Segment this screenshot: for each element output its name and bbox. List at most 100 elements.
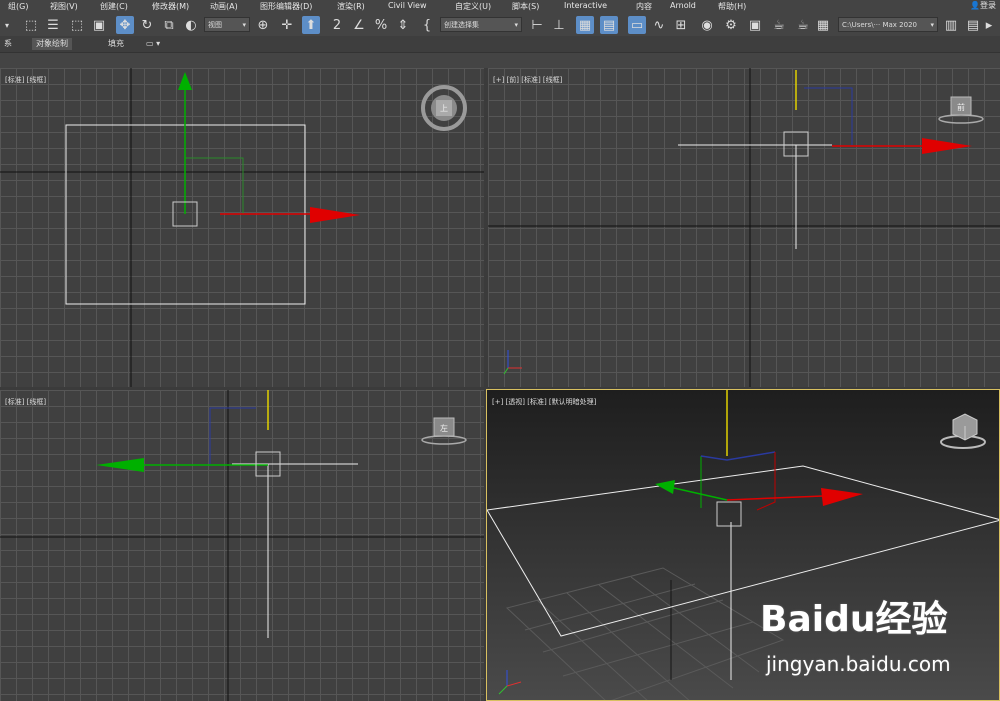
align-icon[interactable]: ⊥ [550, 16, 568, 34]
workspace-icon[interactable]: ▤ [964, 16, 982, 34]
menu-civil-view[interactable]: Civil View [388, 1, 427, 10]
menu-create[interactable]: 创建(C) [100, 1, 128, 12]
menu-customize[interactable]: 自定义(U) [455, 1, 491, 12]
project-path-dropdown[interactable]: C:\Users\··· Max 2020 ▾ [838, 17, 938, 32]
render-setup-icon[interactable]: ⚙ [722, 16, 740, 34]
gizmo-y-arrow[interactable] [655, 480, 675, 494]
more-tools-icon[interactable]: ▸ [982, 16, 996, 34]
axis-tripod-icon [503, 350, 522, 375]
mirror-icon[interactable]: ⊢ [528, 16, 546, 34]
render-activeshade-icon[interactable]: ▦ [814, 16, 832, 34]
curve-editor-icon[interactable]: ∿ [650, 16, 668, 34]
axis-tripod-icon [498, 670, 522, 695]
menu-graph-editors[interactable]: 图形编辑器(D) [260, 1, 312, 12]
gizmo-center[interactable] [716, 501, 742, 527]
gizmo-plane-handle [804, 87, 853, 145]
gizmo-plane-handle [185, 157, 244, 214]
watermark-logo: Baidu经验 [760, 599, 948, 640]
viewcube-face[interactable]: 左 [440, 423, 448, 433]
menu-arnold[interactable]: Arnold [670, 1, 696, 10]
menu-bar: 组(G) 视图(V) 创建(C) 修改器(M) 动画(A) 图形编辑器(D) 渲… [0, 0, 1000, 14]
gizmo-y-arrow[interactable] [178, 72, 192, 90]
move-tool-icon[interactable]: ✥ [116, 16, 134, 34]
viewport-label[interactable]: [+] [透视] [标准] [默认明暗处理] [492, 397, 596, 407]
chevron-down-icon: ▾ [242, 21, 246, 29]
menu-help[interactable]: 帮助(H) [718, 1, 746, 12]
angle-snap-icon[interactable]: ∠ [350, 16, 368, 34]
render-production-icon[interactable]: ☕ [770, 16, 788, 34]
menu-scripting[interactable]: 脚本(S) [512, 1, 539, 12]
spinner-snap-icon[interactable]: ⇕ [394, 16, 412, 34]
select-by-name-icon[interactable]: ☰ [44, 16, 62, 34]
viewport-front[interactable]: [+] [前] [标准] [线框] 前 [488, 68, 1000, 387]
gizmo-x-arrow[interactable] [821, 488, 863, 506]
menu-animation[interactable]: 动画(A) [210, 1, 238, 12]
viewport-top[interactable]: [标准] [线框] 上 [0, 68, 484, 387]
ribbon-tab-fragment[interactable]: 系 [0, 38, 16, 50]
menu-view[interactable]: 视图(V) [50, 1, 78, 12]
gizmo-y-axis[interactable] [664, 485, 728, 501]
gizmo-x-arrow[interactable] [310, 207, 360, 223]
percent-snap-icon[interactable]: % [372, 16, 390, 34]
menu-content[interactable]: 内容 [636, 1, 652, 12]
viewcube[interactable]: 左 [421, 417, 467, 445]
undo-dropdown-icon[interactable]: ▾ [0, 16, 14, 34]
edit-named-selection-icon[interactable]: { [418, 16, 436, 34]
main-toolbar: ▾ ⬚ ☰ ⬚ ▣ ✥ ↻ ⧉ ◐ 视图 ▾ ⊕ ✛ ⬆ 2 ∠ % ⇕ { 创建… [0, 14, 1000, 37]
reference-coordinate-dropdown[interactable]: 视图 ▾ [204, 17, 250, 32]
named-selection-set-dropdown[interactable]: 创建选择集 ▾ [440, 17, 522, 32]
place-tool-icon[interactable]: ◐ [182, 16, 200, 34]
user-icon: 👤 [970, 1, 980, 10]
rendered-frame-window-icon[interactable]: ▣ [746, 16, 764, 34]
keyboard-shortcut-override-icon[interactable]: ⬆ [302, 16, 320, 34]
menu-interactive[interactable]: Interactive [564, 1, 607, 10]
ribbon-bar: 系 对象绘制 填充 ▭ ▾ [0, 36, 1000, 53]
rotate-tool-icon[interactable]: ↻ [138, 16, 156, 34]
scale-tool-icon[interactable]: ⧉ [160, 16, 178, 34]
viewport-label[interactable]: [标准] [线框] [5, 75, 46, 85]
menu-rendering[interactable]: 渲染(R) [337, 1, 365, 12]
menu-modifiers[interactable]: 修改器(M) [152, 1, 189, 12]
viewport-label[interactable]: [标准] [线框] [5, 397, 46, 407]
viewport-top-scene: 上 [0, 68, 484, 387]
viewport-front-scene: 前 [488, 68, 1000, 387]
gizmo-x-plane-handle [756, 452, 776, 511]
named-selection-set-value: 创建选择集 [444, 21, 479, 29]
viewport-label[interactable]: [+] [前] [标准] [线框] [493, 75, 562, 85]
ribbon-options-icon[interactable]: ▭ ▾ [142, 38, 164, 50]
layer-explorer-icon[interactable]: ▤ [600, 16, 618, 34]
snaps-toggle-icon[interactable]: 2 [328, 16, 346, 34]
watermark: Baidu经验 jingyan.baidu.com [760, 590, 995, 685]
watermark-url: jingyan.baidu.com [766, 652, 951, 676]
viewcube[interactable]: 上 [421, 85, 467, 131]
viewcube[interactable] [940, 413, 986, 449]
select-object-icon[interactable]: ⬚ [22, 16, 40, 34]
project-folder-icon[interactable]: ▥ [942, 16, 960, 34]
render-iterative-icon[interactable]: ☕ [794, 16, 812, 34]
viewcube[interactable]: 前 [938, 96, 984, 124]
material-editor-icon[interactable]: ◉ [698, 16, 716, 34]
scene-explorer-icon[interactable]: ▦ [576, 16, 594, 34]
viewport-left[interactable]: [标准] [线框] 左 [0, 390, 484, 701]
gizmo-y-arrow[interactable] [96, 458, 144, 472]
ribbon-tab-object-paint[interactable]: 对象绘制 [32, 38, 72, 50]
window-crossing-icon[interactable]: ▣ [90, 16, 108, 34]
ribbon-tab-populate[interactable]: 填充 [104, 38, 128, 50]
select-manipulate-icon[interactable]: ✛ [278, 16, 296, 34]
gizmo-x-arrow[interactable] [922, 138, 972, 154]
rectangular-selection-icon[interactable]: ⬚ [68, 16, 86, 34]
login-button[interactable]: 👤登录 [970, 0, 996, 11]
pivot-center-icon[interactable]: ⊕ [254, 16, 272, 34]
menu-group[interactable]: 组(G) [8, 1, 28, 12]
chevron-down-icon: ▾ [514, 21, 518, 29]
schematic-view-icon[interactable]: ⊞ [672, 16, 690, 34]
chevron-down-icon: ▾ [930, 21, 934, 29]
login-label: 登录 [980, 1, 996, 10]
gizmo-z-plane-handle [700, 451, 776, 461]
toggle-ribbon-icon[interactable]: ▭ [628, 16, 646, 34]
viewcube-face[interactable]: 上 [440, 104, 448, 113]
reference-coordinate-value: 视图 [208, 21, 222, 29]
gizmo-plane-handle [209, 407, 256, 464]
viewcube-face[interactable]: 前 [957, 102, 965, 112]
project-path-value: C:\Users\··· Max 2020 [842, 21, 917, 29]
